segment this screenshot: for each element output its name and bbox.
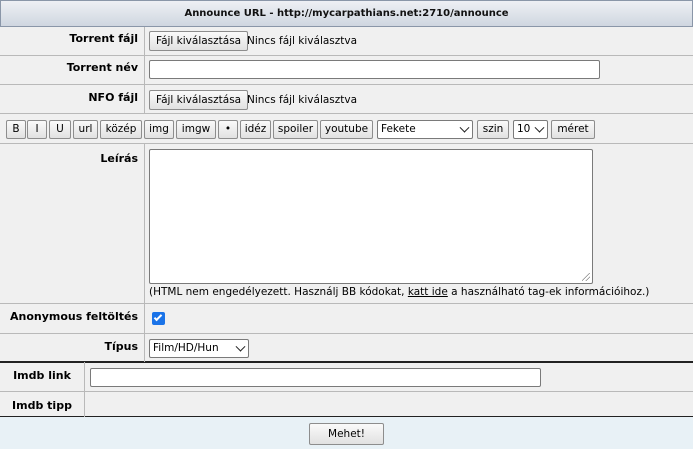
- announce-url-header: Announce URL - http://mycarpathians.net:…: [0, 0, 693, 27]
- anonymous-checkbox[interactable]: [152, 312, 165, 325]
- imdb-link-label: Imdb link: [13, 369, 71, 382]
- bbcode-quote-button[interactable]: idéz: [240, 120, 271, 139]
- torrent-file-label: Torrent fájl: [69, 32, 138, 45]
- bbcode-underline-button[interactable]: U: [49, 120, 71, 139]
- description-hint: (HTML nem engedélyezett. Használj BB kód…: [149, 286, 649, 298]
- resize-grip-icon[interactable]: [582, 273, 590, 281]
- row-divider: [0, 143, 693, 144]
- hint-text: (HTML nem engedélyezett. Használj BB kód…: [149, 286, 405, 298]
- color-select[interactable]: Fekete: [377, 120, 473, 139]
- torrent-name-input[interactable]: [149, 60, 600, 79]
- size-apply-button[interactable]: méret: [551, 120, 595, 139]
- row-divider: [0, 303, 693, 304]
- description-textarea[interactable]: [149, 149, 593, 284]
- column-divider: [84, 362, 85, 417]
- row-divider: [0, 333, 693, 334]
- size-select[interactable]: 10: [513, 120, 548, 139]
- bbcode-center-button[interactable]: közép: [100, 120, 142, 139]
- bbcode-imgw-button[interactable]: imgw: [176, 120, 216, 139]
- chevron-down-icon: [459, 122, 470, 133]
- torrent-file-button[interactable]: Fájl kiválasztása: [149, 31, 249, 51]
- section-divider: [0, 361, 693, 363]
- bbcode-bold-button[interactable]: B: [6, 120, 26, 139]
- type-label: Típus: [104, 340, 138, 353]
- type-select-value: Film/HD/Hun: [153, 342, 219, 354]
- bbcode-bullet-button[interactable]: •: [218, 120, 238, 139]
- upload-form: Announce URL - http://mycarpathians.net:…: [0, 0, 693, 449]
- size-select-value: 10: [517, 123, 531, 135]
- row-divider: [0, 391, 693, 392]
- imdb-tip-label: Imdb tipp: [12, 399, 72, 412]
- bbcode-url-button[interactable]: url: [73, 120, 98, 139]
- row-divider: [0, 55, 693, 56]
- row-divider: [0, 113, 693, 114]
- torrent-file-status: Nincs fájl kiválasztva: [247, 35, 358, 47]
- check-icon: [153, 312, 163, 322]
- torrent-name-label: Torrent név: [66, 61, 138, 74]
- chevron-down-icon: [235, 341, 246, 352]
- color-select-value: Fekete: [381, 123, 416, 135]
- hint-text-end: a használható tag-ek információihoz.): [451, 286, 650, 298]
- anonymous-label: Anonymous feltöltés: [10, 310, 138, 323]
- submit-button[interactable]: Mehet!: [309, 423, 384, 445]
- bbcode-img-button[interactable]: img: [144, 120, 174, 139]
- column-divider: [144, 143, 145, 362]
- bbcode-italic-button[interactable]: I: [27, 120, 47, 139]
- color-apply-button[interactable]: szin: [477, 120, 509, 139]
- description-label: Leírás: [100, 152, 138, 165]
- imdb-link-input[interactable]: [90, 368, 541, 387]
- nfo-file-button[interactable]: Fájl kiválasztása: [149, 90, 249, 110]
- chevron-down-icon: [534, 122, 545, 133]
- bbcode-help-link[interactable]: katt ide: [408, 286, 448, 298]
- bbcode-youtube-button[interactable]: youtube: [320, 120, 373, 139]
- nfo-file-status: Nincs fájl kiválasztva: [247, 94, 358, 106]
- row-divider: [0, 84, 693, 85]
- bbcode-spoiler-button[interactable]: spoiler: [273, 120, 318, 139]
- type-select[interactable]: Film/HD/Hun: [149, 339, 249, 358]
- column-divider: [144, 27, 145, 114]
- nfo-file-label: NFO fájl: [88, 91, 138, 104]
